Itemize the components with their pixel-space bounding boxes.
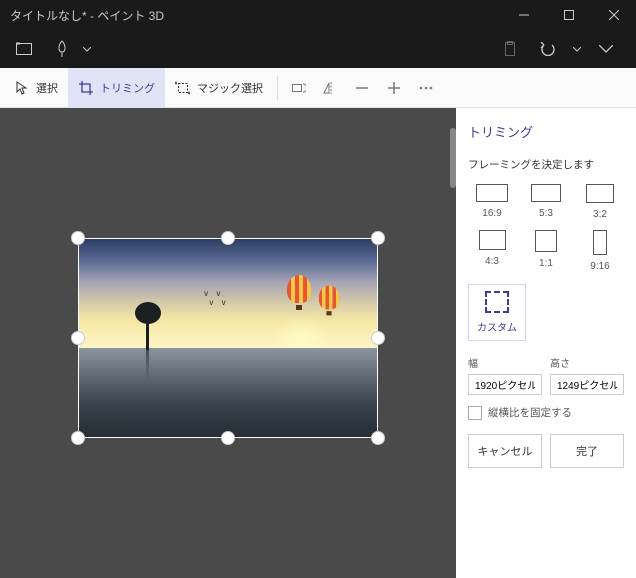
crop-handle-bl[interactable] <box>71 431 85 445</box>
crop-handle-tc[interactable] <box>221 231 235 245</box>
menu-chevron-down-icon[interactable] <box>80 33 94 65</box>
height-label: 高さ <box>550 355 624 370</box>
ratio-5-3[interactable]: 5:3 <box>522 184 570 220</box>
crop-handle-tl[interactable] <box>71 231 85 245</box>
history-chevron-icon[interactable] <box>570 33 584 65</box>
dimensions-row: 幅 高さ <box>468 355 624 395</box>
lock-aspect-row[interactable]: 縦横比を固定する <box>468 405 624 420</box>
canvas-area[interactable]: v v v v <box>0 108 456 578</box>
panel-title: トリミング <box>468 122 624 141</box>
cursor-icon <box>14 80 30 96</box>
button-row: キャンセル 完了 <box>468 434 624 468</box>
workspace: v v v v トリミング フレーミングを決定します 16:9 5:3 3:2 … <box>0 108 636 578</box>
window-controls <box>501 0 636 30</box>
minus-tool[interactable] <box>346 68 378 108</box>
undo-icon[interactable] <box>532 33 564 65</box>
plus-tool[interactable] <box>378 68 410 108</box>
width-label: 幅 <box>468 355 542 370</box>
ratio-1-1[interactable]: 1:1 <box>522 230 570 272</box>
divider <box>277 76 278 100</box>
ratio-4-3[interactable]: 4:3 <box>468 230 516 272</box>
toolbar: 選択 トリミング マジック選択 <box>0 68 636 108</box>
rotate-tool[interactable] <box>282 68 314 108</box>
height-input[interactable] <box>550 374 624 395</box>
canvas-image: v v v v <box>78 238 378 438</box>
maximize-button[interactable] <box>546 0 591 30</box>
titlebar: タイトルなし* - ペイント 3D <box>0 0 636 30</box>
crop-handle-tr[interactable] <box>371 231 385 245</box>
ratio-16-9[interactable]: 16:9 <box>468 184 516 220</box>
close-button[interactable] <box>591 0 636 30</box>
flip-tool[interactable] <box>314 68 346 108</box>
crop-handle-mr[interactable] <box>371 331 385 345</box>
width-input[interactable] <box>468 374 542 395</box>
expand-chevron-icon[interactable] <box>590 33 622 65</box>
magic-select-tool[interactable]: マジック選択 <box>165 68 273 108</box>
crop-icon <box>78 80 94 96</box>
magic-label: マジック選択 <box>197 80 263 96</box>
crop-handle-bc[interactable] <box>221 431 235 445</box>
done-button[interactable]: 完了 <box>550 434 624 468</box>
menubar <box>0 30 636 68</box>
select-label: 選択 <box>36 80 58 96</box>
crop-tool[interactable]: トリミング <box>68 68 165 108</box>
ratio-3-2[interactable]: 3:2 <box>576 184 624 220</box>
ratio-custom[interactable]: カスタム <box>468 284 526 341</box>
more-tool[interactable] <box>410 68 442 108</box>
custom-box-icon <box>485 291 509 313</box>
side-panel: トリミング フレーミングを決定します 16:9 5:3 3:2 4:3 1:1 … <box>456 108 636 578</box>
magic-icon <box>175 80 191 96</box>
lock-aspect-checkbox[interactable] <box>468 406 482 420</box>
minimize-button[interactable] <box>501 0 546 30</box>
crop-handle-br[interactable] <box>371 431 385 445</box>
menu-brush-icon[interactable] <box>46 33 78 65</box>
select-tool[interactable]: 選択 <box>4 68 68 108</box>
menu-file-icon[interactable] <box>8 33 40 65</box>
app-title: タイトルなし* - ペイント 3D <box>10 7 164 24</box>
scrollbar[interactable] <box>450 128 456 558</box>
panel-desc: フレーミングを決定します <box>468 157 624 172</box>
paste-icon[interactable] <box>494 33 526 65</box>
crop-label: トリミング <box>100 80 155 96</box>
ratio-9-16[interactable]: 9:16 <box>576 230 624 272</box>
lock-aspect-label: 縦横比を固定する <box>488 405 572 420</box>
cancel-button[interactable]: キャンセル <box>468 434 542 468</box>
crop-handle-ml[interactable] <box>71 331 85 345</box>
crop-selection[interactable]: v v v v <box>78 238 378 438</box>
ratio-grid: 16:9 5:3 3:2 4:3 1:1 9:16 <box>468 184 624 272</box>
